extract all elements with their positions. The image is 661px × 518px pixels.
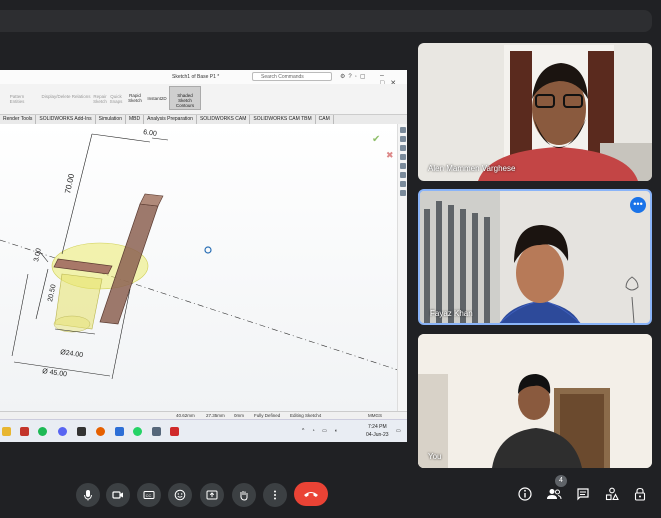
ribbon-item-relations[interactable]: Display/Delete Relations	[38, 94, 94, 99]
ribbon: Pattern Entities Display/Delete Relation…	[0, 84, 407, 114]
raise-hand-button[interactable]	[232, 483, 256, 507]
cancel-icon: ✖	[386, 151, 394, 161]
ribbon-item-instant2d[interactable]: Instant2D	[146, 96, 168, 101]
captions-button[interactable]: CC	[137, 483, 161, 507]
status-editing: Editing Sketch4	[290, 413, 322, 418]
dim-dia-45[interactable]: Ø 45.00	[42, 368, 68, 378]
graphics-area[interactable]: 70.00 6.00 3.00 20.50 Ø24.00 Ø 45.00 ✔ ✖	[0, 124, 399, 411]
tab-cam[interactable]: SOLIDWORKS CAM	[197, 115, 251, 124]
dim-70[interactable]: 70.00	[63, 172, 76, 194]
participant-video	[418, 334, 652, 468]
svg-text:CC: CC	[146, 493, 152, 498]
settings-icon[interactable]	[152, 427, 161, 436]
status-units[interactable]: MMGS	[368, 413, 382, 418]
app-icon[interactable]	[20, 427, 29, 436]
participant-tile-fayaz[interactable]: Fayaz Khan •••	[418, 189, 652, 325]
spotify-icon[interactable]	[38, 427, 47, 436]
camera-button[interactable]	[106, 483, 130, 507]
participant-name: Alen Mammen Varghese	[428, 164, 516, 173]
task-pane-tabs[interactable]	[397, 124, 407, 411]
windows-taskbar: ^ ◔ ▭ ◖ 7:24 PM 04-Jun-23 ▭	[0, 419, 407, 442]
present-icon	[206, 490, 218, 500]
title-icons[interactable]: ⚙?◦▢	[340, 73, 369, 80]
tab-cam-tbm[interactable]: SOLIDWORKS CAM TBM	[250, 115, 316, 124]
shared-screen: Sketch1 of Base P1 * Search Commands ⚙?◦…	[0, 70, 407, 442]
microphone-button[interactable]	[76, 483, 100, 507]
hang-up-icon	[304, 492, 318, 497]
present-button[interactable]	[200, 483, 224, 507]
app2-icon[interactable]	[115, 427, 124, 436]
tray-icons[interactable]: ^ ◔ ▭ ◖	[302, 428, 340, 434]
participant-name: Fayaz Khan	[430, 309, 473, 318]
people-icon	[547, 489, 562, 500]
cursor-icon	[204, 246, 212, 254]
dim-dia-24[interactable]: Ø24.00	[60, 349, 84, 359]
folder-icon[interactable]	[2, 427, 11, 436]
firefox-icon[interactable]	[96, 427, 105, 436]
tab-addins[interactable]: SOLIDWORKS Add-Ins	[36, 115, 96, 124]
status-state: Fully Defined	[254, 413, 281, 418]
participant-video	[478, 45, 652, 181]
participant-tile-you[interactable]: You	[418, 334, 652, 468]
dim-6[interactable]: 6.00	[143, 129, 158, 138]
microphone-icon	[84, 490, 92, 501]
top-bar	[0, 10, 652, 32]
activities-button[interactable]	[604, 486, 620, 502]
confirm-icon: ✔	[372, 134, 380, 145]
captions-icon: CC	[143, 491, 155, 499]
participant-tile-alen[interactable]: Alen Mammen Varghese	[418, 43, 652, 181]
participant-count-badge: 4	[555, 475, 567, 487]
emoji-button[interactable]	[168, 483, 192, 507]
chat-button[interactable]	[575, 486, 591, 502]
chat-icon	[577, 488, 589, 501]
window-title: Sketch1 of Base P1 *	[172, 74, 220, 80]
more-options-icon[interactable]: •••	[630, 197, 646, 213]
discord-icon[interactable]	[58, 427, 67, 436]
meeting-details-button[interactable]	[517, 486, 533, 502]
participant-video	[420, 191, 639, 323]
more-options-button[interactable]	[263, 483, 287, 507]
sketch-drawing: 70.00 6.00 3.00 20.50 Ø24.00 Ø 45.00 ✔ ✖	[0, 129, 399, 380]
solidworks-icon[interactable]	[170, 427, 179, 436]
tab-render-tools[interactable]: Render Tools	[0, 115, 37, 124]
participant-name: You	[428, 452, 442, 461]
leave-call-button[interactable]	[294, 482, 328, 506]
tab-cam2[interactable]: CAM	[316, 115, 334, 124]
tray-time: 7:24 PM	[368, 424, 387, 430]
info-icon	[518, 487, 532, 501]
tray-date: 04-Jun-23	[366, 432, 389, 438]
more-vert-icon	[274, 490, 276, 500]
host-controls-button[interactable]	[632, 486, 648, 502]
lock-person-icon	[634, 487, 646, 501]
dim-3[interactable]: 3.00	[33, 248, 43, 263]
people-button[interactable]	[546, 486, 562, 502]
tab-analysis[interactable]: Analysis Preparation	[144, 115, 197, 124]
search-commands-input[interactable]: Search Commands	[252, 72, 332, 81]
activities-icon	[605, 487, 619, 501]
notion-icon[interactable]	[77, 427, 86, 436]
tab-mbd[interactable]: MBD	[126, 115, 145, 124]
ribbon-item-rapid-sketch[interactable]: Rapid Sketch	[125, 93, 145, 103]
status-z: 0mm	[234, 413, 244, 418]
whatsapp-icon[interactable]	[133, 427, 142, 436]
tab-simulation[interactable]: Simulation	[96, 115, 126, 124]
emoji-icon	[174, 489, 186, 501]
ribbon-item-pattern[interactable]: Pattern Entities	[2, 94, 32, 104]
ribbon-item-repair[interactable]: Repair Sketch	[92, 94, 108, 104]
status-x: 40.62mm	[176, 413, 195, 418]
hand-icon	[240, 491, 248, 501]
solidworks-titlebar: Sketch1 of Base P1 * Search Commands ⚙?◦…	[0, 70, 407, 87]
status-y: 27.35mm	[206, 413, 225, 418]
notification-icon[interactable]: ▭	[396, 428, 401, 434]
dim-20-50[interactable]: 20.50	[47, 284, 58, 303]
ribbon-item-shaded-contours[interactable]: Shaded Sketch Contours	[169, 86, 201, 110]
ribbon-item-quick-snaps[interactable]: Quick Snaps	[108, 94, 124, 104]
camera-icon	[112, 491, 123, 499]
